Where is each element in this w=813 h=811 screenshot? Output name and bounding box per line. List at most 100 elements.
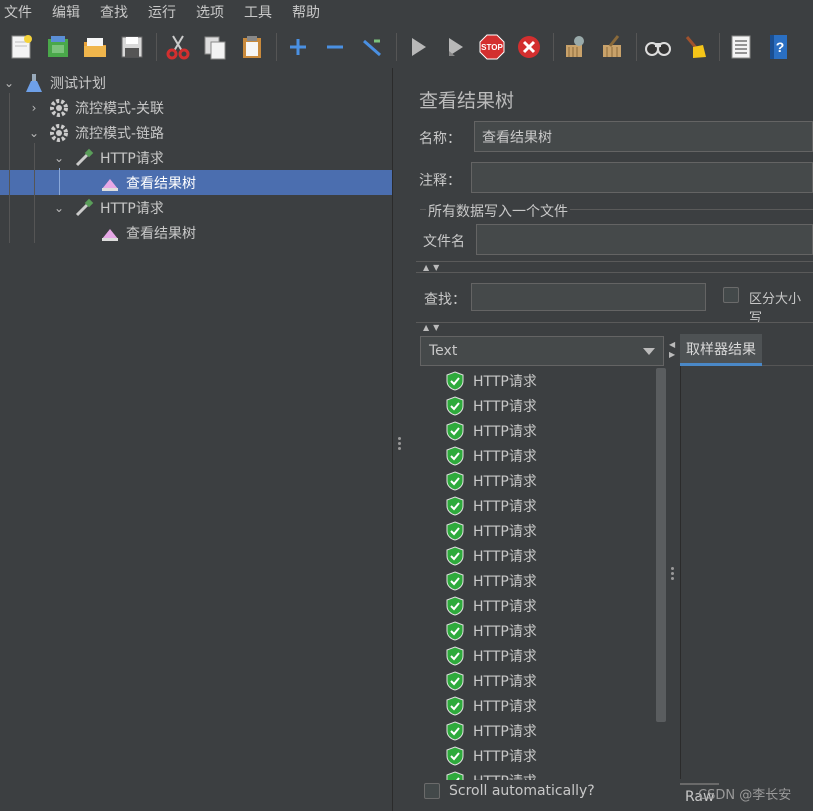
list-item[interactable]: HTTP请求	[446, 418, 537, 443]
list-item-label: HTTP请求	[473, 698, 537, 715]
shield-check-icon	[446, 545, 464, 566]
tree-node-thread-group-1[interactable]: › 流控模式-关联	[27, 95, 164, 120]
comment-label: 注释：	[419, 173, 461, 189]
comment-field[interactable]	[471, 162, 813, 193]
chevron-down-icon	[643, 348, 655, 355]
tree-node-results-tree-2[interactable]: 查看结果树	[100, 220, 196, 245]
list-scrollbar[interactable]	[656, 368, 666, 722]
list-item-label: HTTP请求	[473, 473, 537, 490]
tree-node-label: HTTP请求	[100, 200, 164, 217]
tab-sampler-result[interactable]: 取样器结果	[680, 334, 762, 366]
shield-check-icon	[446, 520, 464, 541]
collapse-arrow-icon[interactable]: ⌄	[52, 201, 66, 215]
split-arrows-icon[interactable]: ▲▼	[423, 323, 443, 332]
case-sensitive-checkbox[interactable]	[723, 287, 739, 303]
search-icon[interactable]	[643, 32, 673, 62]
toolbar: STOP ?	[0, 26, 813, 68]
grip-dot	[398, 447, 401, 450]
tree-node-thread-group-2[interactable]: ⌄ 流控模式-链路	[27, 120, 164, 145]
tree-node-results-tree-1[interactable]: 查看结果树	[100, 170, 196, 195]
scroll-auto-label: Scroll automatically?	[449, 783, 595, 799]
list-item[interactable]: HTTP请求	[446, 693, 537, 718]
list-item[interactable]: HTTP请求	[446, 468, 537, 493]
menu-search[interactable]: 查找	[100, 2, 128, 22]
expand-arrow-icon[interactable]: ›	[27, 101, 41, 115]
help-icon[interactable]: ?	[763, 32, 793, 62]
shield-check-icon	[446, 370, 464, 391]
collapse-arrow-icon[interactable]: ⌄	[2, 76, 16, 90]
menu-file[interactable]: 文件	[4, 2, 32, 22]
sample-result-list[interactable]: HTTP请求 HTTP请求 HTTP请求 HTTP请求 HTTP请求 HTTP请求 HTTP…	[420, 368, 658, 780]
scroll-auto-option[interactable]: Scroll automatically?	[424, 783, 595, 799]
split-arrows-icon[interactable]: ▲▼	[423, 263, 443, 272]
panel-title: 查看结果树	[419, 90, 515, 112]
toolbar-separator	[553, 33, 554, 61]
list-item[interactable]: HTTP请求	[446, 618, 537, 643]
tree-node-label: 查看结果树	[126, 225, 196, 242]
list-item[interactable]: HTTP请求	[446, 743, 537, 768]
filename-field[interactable]	[476, 224, 813, 255]
tree-node-http-request-1[interactable]: ⌄ HTTP请求	[52, 145, 164, 170]
toggle-icon[interactable]	[357, 32, 387, 62]
start-icon[interactable]	[403, 32, 433, 62]
search-field[interactable]	[471, 283, 706, 311]
menu-options[interactable]: 选项	[196, 2, 224, 22]
new-icon[interactable]	[6, 32, 36, 62]
collapse-arrow-icon[interactable]: ⌄	[27, 126, 41, 140]
list-item[interactable]: HTTP请求	[446, 368, 537, 393]
svg-text:STOP: STOP	[481, 43, 503, 52]
open-icon[interactable]	[80, 32, 110, 62]
expand-icon[interactable]	[283, 32, 313, 62]
shield-check-icon	[446, 495, 464, 516]
list-item[interactable]: HTTP请求	[446, 718, 537, 743]
save-icon[interactable]	[117, 32, 147, 62]
paste-icon[interactable]	[237, 32, 267, 62]
collapse-icon[interactable]	[320, 32, 350, 62]
shield-check-icon	[446, 445, 464, 466]
scroll-auto-checkbox[interactable]	[424, 783, 440, 799]
gear-icon	[49, 123, 69, 143]
function-helper-icon[interactable]	[726, 32, 756, 62]
name-field[interactable]: 查看结果树	[474, 121, 813, 152]
list-item[interactable]: HTTP请求	[446, 568, 537, 593]
cut-icon[interactable]	[163, 32, 193, 62]
list-item[interactable]: HTTP请求	[446, 493, 537, 518]
reset-search-icon[interactable]	[680, 32, 710, 62]
toolbar-separator	[156, 33, 157, 61]
list-item[interactable]: HTTP请求	[446, 443, 537, 468]
clear-all-icon[interactable]	[597, 32, 627, 62]
main-splitter[interactable]	[392, 68, 406, 811]
shield-check-icon	[446, 420, 464, 441]
tree-node-test-plan[interactable]: ⌄ 测试计划	[2, 70, 106, 95]
result-splitter[interactable]: ◀ ▶	[666, 330, 680, 811]
menu-tools[interactable]: 工具	[244, 2, 272, 22]
list-item[interactable]: HTTP请求	[446, 768, 537, 780]
tree-node-label: 流控模式-链路	[75, 125, 165, 142]
menu-help[interactable]: 帮助	[292, 2, 320, 22]
renderer-select[interactable]: Text	[420, 336, 664, 366]
clear-icon[interactable]	[560, 32, 590, 62]
shield-check-icon	[446, 470, 464, 491]
list-item[interactable]: HTTP请求	[446, 518, 537, 543]
templates-icon[interactable]	[43, 32, 73, 62]
toolbar-separator	[719, 33, 720, 61]
list-item[interactable]: HTTP请求	[446, 668, 537, 693]
start-no-pause-icon[interactable]	[440, 32, 470, 62]
shutdown-icon[interactable]	[514, 32, 544, 62]
stop-icon[interactable]: STOP	[477, 32, 507, 62]
list-item[interactable]: HTTP请求	[446, 643, 537, 668]
list-item-label: HTTP请求	[473, 723, 537, 740]
menu-edit[interactable]: 编辑	[52, 2, 80, 22]
split-arrows-icon[interactable]: ◀ ▶	[669, 340, 675, 360]
list-item[interactable]: HTTP请求	[446, 393, 537, 418]
list-item[interactable]: HTTP请求	[446, 593, 537, 618]
list-item-label: HTTP请求	[473, 648, 537, 665]
list-item-label: HTTP请求	[473, 448, 537, 465]
list-item[interactable]: HTTP请求	[446, 543, 537, 568]
menu-run[interactable]: 运行	[148, 2, 176, 22]
divider	[416, 272, 813, 273]
tree-node-http-request-2[interactable]: ⌄ HTTP请求	[52, 195, 164, 220]
copy-icon[interactable]	[200, 32, 230, 62]
list-item-label: HTTP请求	[473, 373, 537, 390]
collapse-arrow-icon[interactable]: ⌄	[52, 151, 66, 165]
